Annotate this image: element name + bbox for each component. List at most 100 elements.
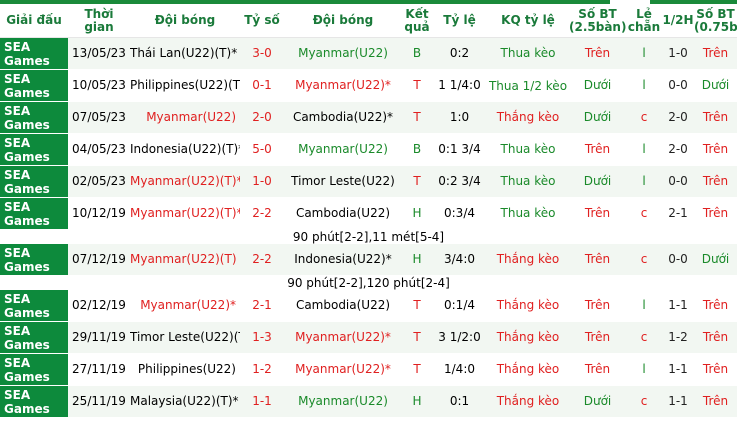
away-team-cell[interactable]: Cambodia(U22)* xyxy=(284,101,402,134)
goals-2-5-cell: Trên xyxy=(569,353,626,386)
score-cell[interactable]: 2-2 xyxy=(240,244,284,276)
header-result: Kết quả xyxy=(402,4,432,38)
table-row: SEA Games 13/05/23 Thái Lan(U22)(T)* 3-0 Mya… xyxy=(0,37,737,70)
score-cell[interactable]: 5-0 xyxy=(240,133,284,166)
accent-segment xyxy=(0,0,190,4)
league-cell[interactable]: SEA Games xyxy=(0,244,68,276)
result-cell: T xyxy=(402,101,432,134)
odds-result-cell: Thắng kèo xyxy=(487,244,569,276)
header-half-time: 1/2H xyxy=(662,4,694,38)
goals-2-5-cell: Trên xyxy=(569,133,626,166)
home-team-cell[interactable]: Thái Lan(U22)(T)* xyxy=(130,37,240,70)
header-score: Tỷ số xyxy=(240,4,284,38)
table-row: SEA Games 10/12/19 Myanmar(U22)(T)* 2-2 Camb… xyxy=(0,197,737,230)
league-cell[interactable]: SEA Games xyxy=(0,353,68,386)
result-cell: T xyxy=(402,69,432,102)
table-row: SEA Games 07/12/19 Myanmar(U22)(T) 2-2 Indon… xyxy=(0,244,737,276)
goals-0-75-cell: Trên xyxy=(694,353,737,386)
league-cell[interactable]: SEA Games xyxy=(0,101,68,134)
odds-cell: 0:1 xyxy=(432,385,487,418)
header-time: Thời gian xyxy=(68,4,130,38)
goals-2-5-cell: Dưới xyxy=(569,69,626,102)
league-cell[interactable]: SEA Games xyxy=(0,69,68,102)
away-team-cell[interactable]: Myanmar(U22)* xyxy=(284,353,402,386)
home-team-cell[interactable]: Philippines(U22)(T) xyxy=(130,69,240,102)
table-row: SEA Games 04/05/23 Indonesia(U22)(T)* 5-0 My… xyxy=(0,133,737,166)
accent-segment xyxy=(650,0,737,4)
away-team-cell[interactable]: Myanmar(U22)* xyxy=(284,321,402,354)
league-cell[interactable]: SEA Games xyxy=(0,37,68,70)
header-home-team: Đội bóng xyxy=(130,4,240,38)
odd-even-cell: c xyxy=(626,385,662,418)
home-team-cell[interactable]: Myanmar(U22) xyxy=(130,101,240,134)
league-cell[interactable]: SEA Games xyxy=(0,197,68,230)
table-row: SEA Games 27/11/19 Philippines(U22) 1-2 Myan… xyxy=(0,353,737,386)
odds-cell: 1/4:0 xyxy=(432,353,487,386)
score-cell[interactable]: 0-1 xyxy=(240,69,284,102)
away-team-cell[interactable]: Cambodia(U22) xyxy=(284,197,402,230)
half-time-cell: 0-0 xyxy=(662,69,694,102)
home-team-cell[interactable]: Myanmar(U22)(T) xyxy=(130,244,240,276)
date-cell: 10/05/23 xyxy=(68,69,130,102)
away-team-cell[interactable]: Cambodia(U22) xyxy=(284,290,402,322)
half-time-cell: 0-0 xyxy=(662,244,694,276)
home-team-cell[interactable]: Philippines(U22) xyxy=(130,353,240,386)
score-cell[interactable]: 1-2 xyxy=(240,353,284,386)
half-time-cell: 0-0 xyxy=(662,165,694,198)
odds-result-cell: Thua kèo xyxy=(487,197,569,230)
home-team-cell[interactable]: Indonesia(U22)(T)* xyxy=(130,133,240,166)
odds-result-cell: Thắng kèo xyxy=(487,321,569,354)
away-team-cell[interactable]: Timor Leste(U22) xyxy=(284,165,402,198)
home-team-cell[interactable]: Myanmar(U22)* xyxy=(130,290,240,322)
table-row: SEA Games 07/05/23 Myanmar(U22) 2-0 Cambodia… xyxy=(0,101,737,134)
date-cell: 29/11/19 xyxy=(68,321,130,354)
odd-even-cell: c xyxy=(626,101,662,134)
odds-result-cell: Thắng kèo xyxy=(487,101,569,134)
half-time-cell: 1-1 xyxy=(662,353,694,386)
result-cell: T xyxy=(402,321,432,354)
score-cell[interactable]: 3-0 xyxy=(240,37,284,70)
table-row: SEA Games 02/05/23 Myanmar(U22)(T)* 1-0 Timo… xyxy=(0,165,737,198)
home-team-cell[interactable]: Myanmar(U22)(T)* xyxy=(130,197,240,230)
goals-0-75-cell: Trên xyxy=(694,165,737,198)
date-cell: 27/11/19 xyxy=(68,353,130,386)
odds-result-cell: Thua kèo xyxy=(487,37,569,70)
goals-0-75-cell: Trên xyxy=(694,197,737,230)
header-league: Giải đấu xyxy=(0,4,68,38)
goals-2-5-cell: Trên xyxy=(569,37,626,70)
half-time-cell: 2-0 xyxy=(662,133,694,166)
away-team-cell[interactable]: Indonesia(U22)* xyxy=(284,244,402,276)
half-time-cell: 1-2 xyxy=(662,321,694,354)
odds-cell: 1 1/4:0 xyxy=(432,69,487,102)
extra-time-note: 90 phút[2-2],11 mét[5-4] xyxy=(0,229,737,244)
goals-2-5-cell: Dưới xyxy=(569,101,626,134)
league-cell[interactable]: SEA Games xyxy=(0,385,68,418)
result-cell: T xyxy=(402,290,432,322)
result-cell: H xyxy=(402,244,432,276)
score-cell[interactable]: 2-2 xyxy=(240,197,284,230)
score-cell[interactable]: 1-0 xyxy=(240,165,284,198)
home-team-cell[interactable]: Myanmar(U22)(T)* xyxy=(130,165,240,198)
score-cell[interactable]: 2-0 xyxy=(240,101,284,134)
score-cell[interactable]: 1-3 xyxy=(240,321,284,354)
league-cell[interactable]: SEA Games xyxy=(0,165,68,198)
away-team-cell[interactable]: Myanmar(U22)* xyxy=(284,69,402,102)
date-cell: 07/05/23 xyxy=(68,101,130,134)
league-cell[interactable]: SEA Games xyxy=(0,290,68,322)
score-cell[interactable]: 1-1 xyxy=(240,385,284,418)
league-cell[interactable]: SEA Games xyxy=(0,133,68,166)
table-body: SEA Games 13/05/23 Thái Lan(U22)(T)* 3-0 Mya… xyxy=(0,37,737,418)
away-team-cell[interactable]: Myanmar(U22) xyxy=(284,133,402,166)
goals-2-5-cell: Trên xyxy=(569,197,626,230)
away-team-cell[interactable]: Myanmar(U22) xyxy=(284,37,402,70)
header-odds: Tỷ lệ xyxy=(432,4,487,38)
half-time-cell: 2-0 xyxy=(662,101,694,134)
half-time-cell: 2-1 xyxy=(662,197,694,230)
home-team-cell[interactable]: Timor Leste(U22)(T) xyxy=(130,321,240,354)
home-team-cell[interactable]: Malaysia(U22)(T)* xyxy=(130,385,240,418)
away-team-cell[interactable]: Myanmar(U22) xyxy=(284,385,402,418)
league-cell[interactable]: SEA Games xyxy=(0,321,68,354)
score-cell[interactable]: 2-1 xyxy=(240,290,284,322)
odd-even-cell: l xyxy=(626,165,662,198)
date-cell: 02/05/23 xyxy=(68,165,130,198)
